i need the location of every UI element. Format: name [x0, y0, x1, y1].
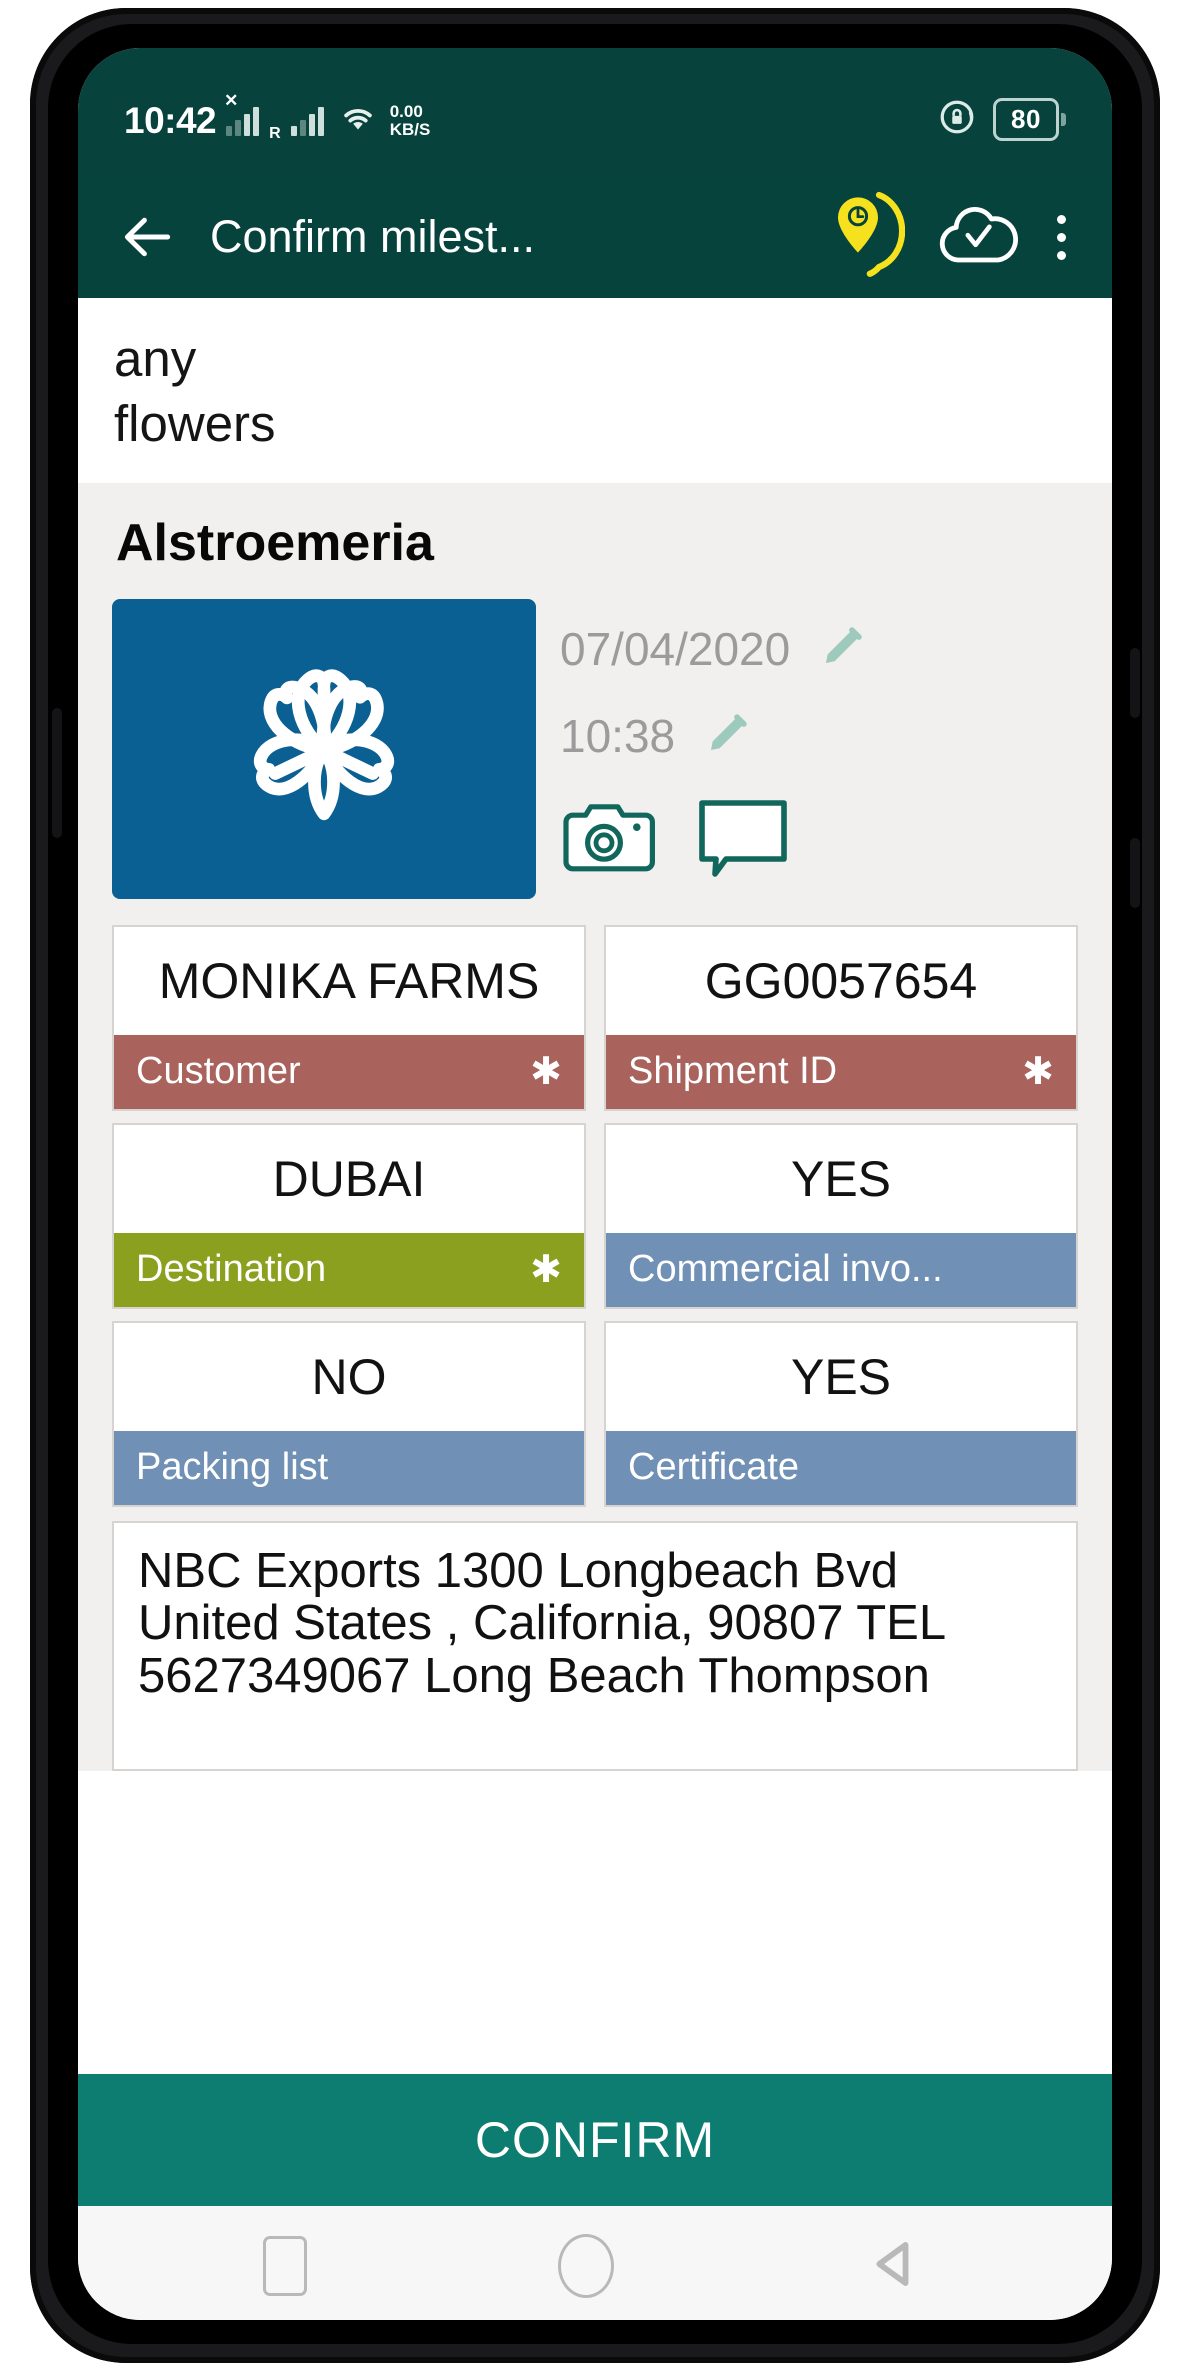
field-label: Commercial invo...	[606, 1232, 1076, 1307]
rotation-lock-icon	[937, 97, 977, 142]
signal-bars-icon: ✕	[224, 92, 260, 136]
status-bar-right: 80	[937, 97, 1066, 142]
status-bar: 10:42 ✕ R 0.00 KB/S 80	[78, 48, 1112, 176]
field-value: YES	[790, 1150, 892, 1207]
location-pin-clock-icon[interactable]	[829, 191, 906, 284]
required-marker: ✱	[530, 1050, 562, 1093]
field-card-destination[interactable]: DUBAI Destination ✱	[112, 1122, 586, 1309]
field-card-commercial-invoice[interactable]: YES Commercial invo...	[604, 1122, 1078, 1309]
triangle-back-icon[interactable]	[865, 2233, 927, 2300]
battery-level-text: 80	[1011, 104, 1041, 134]
pencil-icon[interactable]	[816, 621, 868, 678]
field-value: YES	[790, 1348, 892, 1405]
comment-bubble-icon[interactable]	[694, 795, 792, 884]
main-content: any flowers Alstroemeria 07/04/2020 10:3…	[78, 298, 1112, 2074]
field-label: Customer ✱	[114, 1034, 584, 1109]
power-button-upper[interactable]	[1130, 648, 1140, 718]
action-icon-row	[560, 795, 1078, 884]
pencil-icon[interactable]	[701, 708, 753, 765]
page-title: Confirm milest...	[210, 211, 536, 262]
shipment-time: 10:38	[560, 710, 676, 763]
field-value: DUBAI	[272, 1150, 426, 1207]
network-speed-unit: KB/S	[389, 119, 431, 139]
power-button-lower[interactable]	[1130, 838, 1140, 908]
note-line: any	[114, 330, 197, 387]
app-bar: Confirm milest...	[78, 176, 1112, 298]
confirm-button[interactable]: CONFIRM	[78, 2074, 1112, 2206]
app-bar-actions	[829, 191, 1078, 284]
field-label-text: Shipment ID	[628, 1050, 838, 1093]
field-label: Packing list	[114, 1430, 584, 1505]
shipment-details-panel: Alstroemeria 07/04/2020 10:38 MONIKA FAR…	[78, 482, 1112, 1771]
back-arrow-icon[interactable]	[116, 206, 178, 268]
field-card-shipment-id[interactable]: GG0057654 Shipment ID ✱	[604, 924, 1078, 1111]
field-label-text: Packing list	[136, 1446, 329, 1489]
battery-icon: 80	[993, 98, 1066, 141]
product-thumbnail[interactable]	[112, 598, 536, 899]
notes-block: any flowers	[78, 298, 1112, 483]
wifi-icon	[338, 102, 378, 139]
required-marker: ✱	[530, 1248, 562, 1291]
phone-frame: 10:42 ✕ R 0.00 KB/S 80 Confirm milest...…	[30, 8, 1160, 2363]
field-label-text: Certificate	[628, 1446, 800, 1489]
field-value: NO	[311, 1348, 387, 1405]
address-card[interactable]: NBC Exports 1300 Longbeach Bvd United St…	[112, 1520, 1078, 1771]
no-sim-x-icon: ✕	[224, 91, 239, 110]
roaming-icon: R	[269, 125, 281, 142]
shipment-date: 07/04/2020	[560, 623, 791, 676]
field-card-customer[interactable]: MONIKA FARMS Customer ✱	[112, 924, 586, 1111]
field-label-text: Customer	[136, 1050, 301, 1093]
field-card-packing-list[interactable]: NO Packing list	[112, 1320, 586, 1507]
required-marker: ✱	[1022, 1050, 1054, 1093]
camera-icon[interactable]	[560, 798, 658, 881]
phone-screen: 10:42 ✕ R 0.00 KB/S 80 Confirm milest...…	[78, 48, 1112, 2320]
field-grid: MONIKA FARMS Customer ✱ GG0057654 Shipme…	[112, 924, 1078, 1507]
circle-home-icon[interactable]	[557, 2234, 614, 2298]
network-speed-indicator: 0.00 KB/S	[389, 101, 431, 139]
date-row: 07/04/2020	[560, 621, 1078, 678]
flower-logo-icon	[218, 640, 430, 857]
media-row: 07/04/2020 10:38	[112, 598, 1078, 899]
volume-button[interactable]	[52, 708, 62, 838]
status-bar-left: 10:42 ✕ R 0.00 KB/S	[124, 92, 431, 142]
address-text: NBC Exports 1300 Longbeach Bvd United St…	[138, 1543, 945, 1704]
time-row: 10:38	[560, 708, 1078, 765]
more-vertical-icon[interactable]	[1051, 214, 1078, 260]
field-label-text: Commercial invo...	[628, 1248, 943, 1291]
field-value: GG0057654	[704, 952, 978, 1009]
product-name: Alstroemeria	[116, 513, 434, 572]
field-label: Certificate	[606, 1430, 1076, 1505]
field-label-text: Destination	[136, 1248, 327, 1291]
field-card-certificate[interactable]: YES Certificate	[604, 1320, 1078, 1507]
signal-bars-secondary-icon	[290, 106, 324, 136]
system-nav-bar	[78, 2206, 1112, 2320]
field-label: Destination ✱	[114, 1232, 584, 1307]
cloud-check-icon[interactable]	[935, 200, 1021, 275]
note-line: flowers	[114, 395, 276, 453]
network-speed-value: 0.00	[389, 101, 423, 121]
status-clock: 10:42	[124, 100, 217, 141]
timestamp-column: 07/04/2020 10:38	[560, 599, 1078, 884]
field-value: MONIKA FARMS	[158, 952, 540, 1009]
square-recents-icon[interactable]	[263, 2236, 308, 2296]
field-label: Shipment ID ✱	[606, 1034, 1076, 1109]
